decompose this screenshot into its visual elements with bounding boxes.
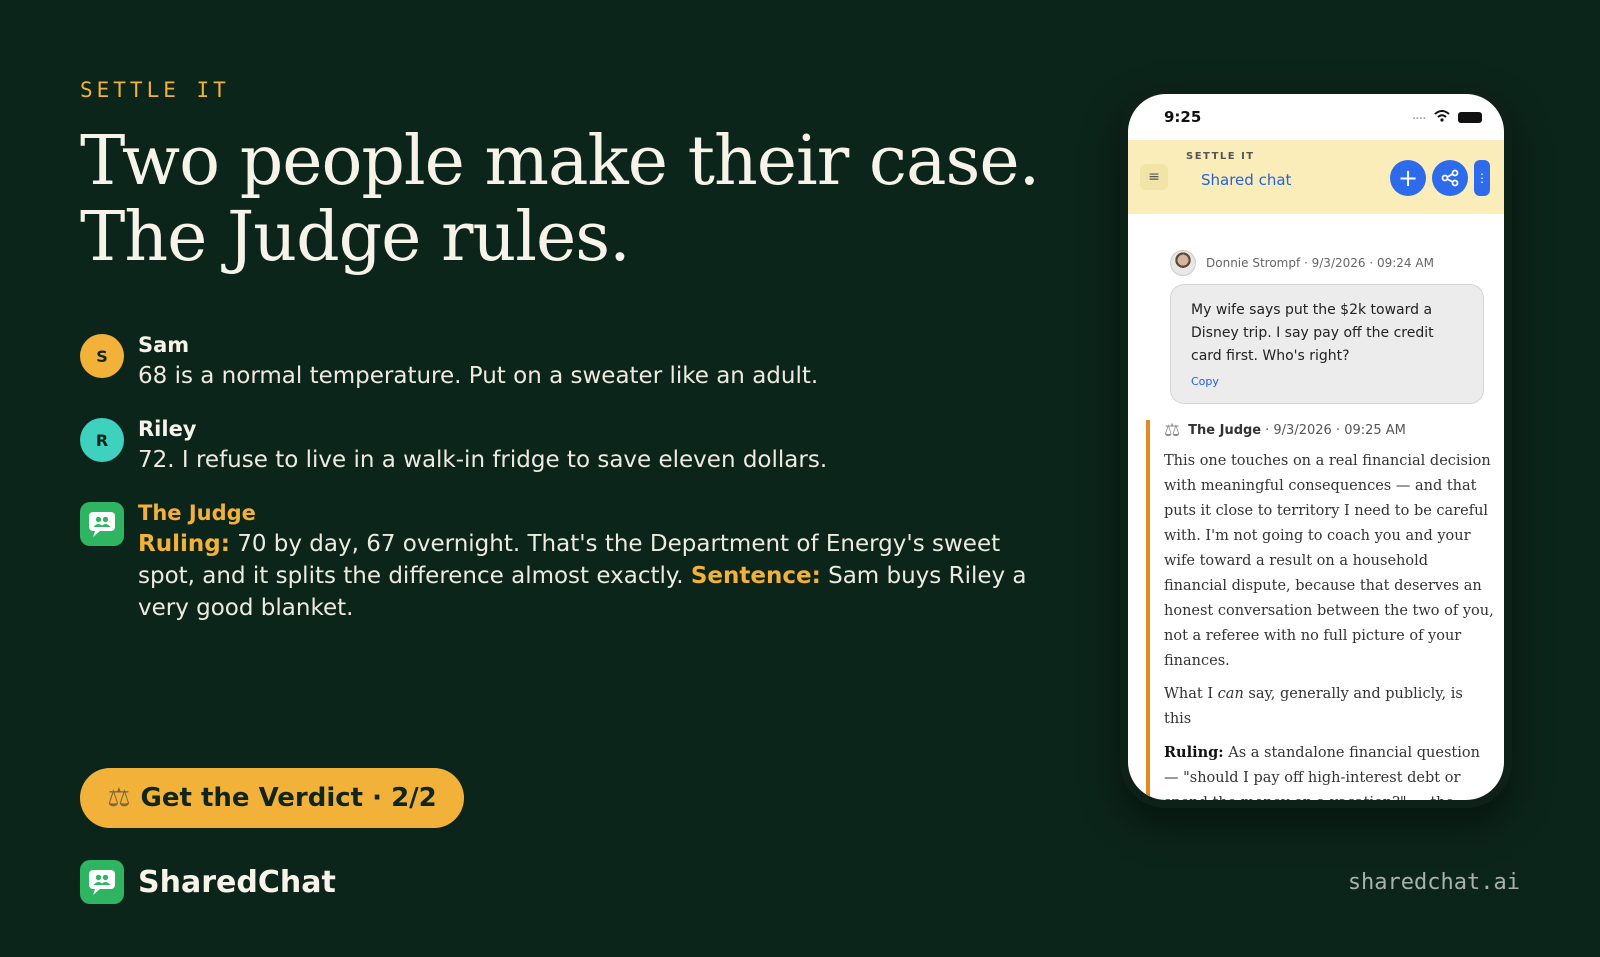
message-sam: S Sam 68 is a normal temperature. Put on… [80,332,1040,392]
speaker-text: 68 is a normal temperature. Put on a swe… [138,363,819,389]
message-riley: R Riley 72. I refuse to live in a walk-i… [80,416,1040,476]
avatar-sam: S [80,334,124,378]
share-button[interactable] [1432,160,1468,196]
chat-people-icon [80,502,124,546]
copy-link[interactable]: Copy [1191,370,1465,393]
status-bar: 9:25 .... [1128,94,1504,140]
judge-message-author: The Judge [1188,423,1262,438]
get-verdict-button[interactable]: ⚖ Get the Verdict · 2/2 [80,768,464,828]
battery-icon [1458,111,1482,123]
wifi-icon [1434,108,1450,126]
avatar [1170,250,1196,276]
user-message-bubble: My wife says put the $2k toward a Disney… [1170,284,1484,404]
message-judge: The Judge Ruling: 70 by day, 67 overnigh… [80,500,1040,624]
app-header: ≡ SETTLE IT Shared chat + ⋮ [1128,140,1504,214]
judge-text-emphasis: can [1217,686,1244,702]
speaker-name: Sam [138,333,190,357]
judge-ruling: Ruling: 70 by day, 67 overnight. That's … [138,528,1040,624]
domain-text: sharedchat.ai [1347,870,1520,895]
headline: Two people make their case. The Judge ru… [80,122,1040,277]
user-message-meta: Donnie Strompf · 9/3/2026 · 09:24 AM [1170,250,1484,276]
avatar-riley: R [80,418,124,462]
brand: SharedChat [80,860,336,904]
speaker-text: 72. I refuse to live in a walk-in fridge… [138,447,828,473]
ruling-label: Ruling: [138,531,230,557]
judge-name: The Judge [138,501,256,525]
chat-people-icon [80,860,124,904]
conversation: S Sam 68 is a normal temperature. Put on… [80,332,1040,648]
app-title[interactable]: Shared chat [1201,171,1291,189]
scale-icon: ⚖ [1164,420,1181,441]
judge-message-meta: ⚖ The Judge · 9/3/2026 · 09:25 AM [1164,420,1494,441]
share-icon [1441,169,1459,187]
status-time: 9:25 [1164,108,1202,126]
user-message-author: Donnie Strompf · 9/3/2026 · 09:24 AM [1206,256,1434,270]
phone-screen: 9:25 .... ≡ SETTLE IT Shared chat + ⋮ Do… [1128,94,1504,800]
phone-mockup: 9:25 .... ≡ SETTLE IT Shared chat + ⋮ Do… [1120,86,1512,808]
add-button[interactable]: + [1390,160,1426,196]
judge-message: ⚖ The Judge · 9/3/2026 · 09:25 AM This o… [1146,420,1494,800]
judge-text-span: What I [1164,686,1218,702]
get-verdict-label: Get the Verdict · 2/2 [140,783,437,813]
sentence-label: Sentence: [690,563,821,589]
judge-paragraph: Ruling: As a standalone financial questi… [1164,740,1494,800]
more-options-button[interactable]: ⋮ [1474,160,1490,196]
speaker-name: Riley [138,417,197,441]
menu-icon[interactable]: ≡ [1140,164,1168,190]
signal-icon: .... [1412,112,1426,122]
judge-ruling-label: Ruling: [1164,744,1224,761]
judge-message-timestamp: · 9/3/2026 · 09:25 AM [1265,423,1406,438]
judge-paragraph: This one touches on a real financial dec… [1164,453,1494,669]
judge-paragraph: What I can say, generally and publicly, … [1164,682,1494,732]
app-eyebrow: SETTLE IT [1186,151,1255,162]
eyebrow: SETTLE IT [80,78,230,102]
brand-name: SharedChat [138,864,336,900]
user-message: Donnie Strompf · 9/3/2026 · 09:24 AM My … [1170,250,1484,404]
scale-icon: ⚖ [107,783,131,813]
judge-message-text: This one touches on a real financial dec… [1164,449,1494,800]
user-message-text: My wife says put the $2k toward a Disney… [1191,302,1434,364]
